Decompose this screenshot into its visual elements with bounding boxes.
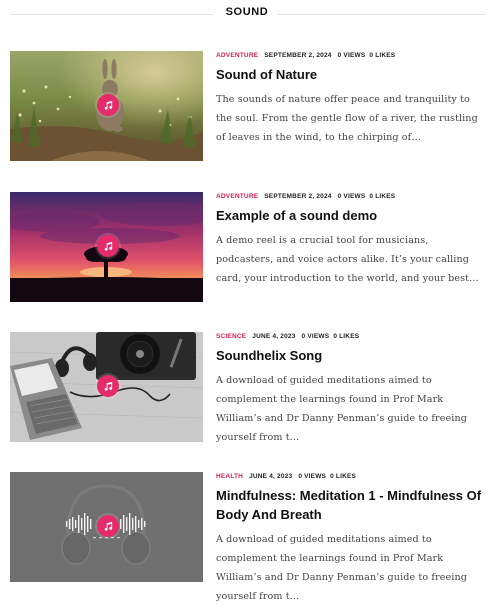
post-category-link[interactable]: ADVENTURE bbox=[216, 52, 258, 59]
post-views: 0 VIEWS bbox=[301, 333, 330, 340]
post-thumbnail[interactable] bbox=[10, 192, 203, 302]
post-card: ADVENTURE SEPTEMBER 2, 2024 0 VIEWS 0 LIKES… bbox=[10, 192, 490, 304]
post-likes: 0 LIKES bbox=[333, 333, 360, 340]
post-likes: 0 LIKES bbox=[369, 52, 396, 59]
post-meta: SCIENCE JUNE 4, 2023 0 VIEWS 0 LIKES bbox=[216, 332, 486, 342]
post-title-link[interactable]: Example of a sound demo bbox=[216, 206, 486, 225]
post-title-link[interactable]: Sound of Nature bbox=[216, 65, 486, 84]
post-date: SEPTEMBER 2, 2024 bbox=[264, 52, 332, 59]
post-likes: 0 LIKES bbox=[369, 193, 396, 200]
audio-badge[interactable] bbox=[97, 94, 119, 116]
post-content: HEALTH JUNE 4, 2023 0 VIEWS 0 LIKES Mindful… bbox=[216, 472, 486, 606]
post-views: 0 VIEWS bbox=[337, 52, 366, 59]
section-header: SOUND bbox=[0, 0, 500, 28]
post-date: JUNE 4, 2023 bbox=[249, 473, 293, 480]
audio-badge[interactable] bbox=[97, 235, 119, 257]
post-views: 0 VIEWS bbox=[337, 193, 366, 200]
post-excerpt: A download of guided meditations aimed t… bbox=[216, 534, 467, 602]
music-note-icon bbox=[104, 521, 112, 531]
post-date: JUNE 4, 2023 bbox=[252, 333, 296, 340]
post-excerpt: A demo reel is a crucial tool for musici… bbox=[216, 235, 479, 284]
post-meta: ADVENTURE SEPTEMBER 2, 2024 0 VIEWS 0 LIKES bbox=[216, 51, 486, 61]
music-note-icon bbox=[104, 100, 112, 110]
music-note-icon bbox=[104, 241, 112, 251]
post-meta: ADVENTURE SEPTEMBER 2, 2024 0 VIEWS 0 LIKES bbox=[216, 192, 486, 202]
post-category-link[interactable]: HEALTH bbox=[216, 473, 243, 480]
post-title-link[interactable]: Soundhelix Song bbox=[216, 346, 486, 365]
post-views: 0 VIEWS bbox=[298, 473, 327, 480]
post-date: SEPTEMBER 2, 2024 bbox=[264, 193, 332, 200]
post-thumbnail[interactable] bbox=[10, 51, 203, 161]
post-category-link[interactable]: SCIENCE bbox=[216, 333, 246, 340]
header-divider-left bbox=[10, 14, 213, 15]
post-likes: 0 LIKES bbox=[330, 473, 357, 480]
post-content: SCIENCE JUNE 4, 2023 0 VIEWS 0 LIKES Soundh… bbox=[216, 332, 486, 447]
post-card: SCIENCE JUNE 4, 2023 0 VIEWS 0 LIKES Soundh… bbox=[10, 332, 490, 444]
audio-badge[interactable] bbox=[97, 515, 119, 537]
section-title: SOUND bbox=[225, 6, 269, 18]
post-meta: HEALTH JUNE 4, 2023 0 VIEWS 0 LIKES bbox=[216, 472, 486, 482]
header-divider-right bbox=[278, 14, 486, 15]
post-card: HEALTH JUNE 4, 2023 0 VIEWS 0 LIKES Mindful… bbox=[10, 472, 490, 602]
post-category-link[interactable]: ADVENTURE bbox=[216, 193, 258, 200]
post-excerpt: A download of guided meditations aimed t… bbox=[216, 375, 467, 443]
post-content: ADVENTURE SEPTEMBER 2, 2024 0 VIEWS 0 LIKES… bbox=[216, 192, 486, 288]
post-thumbnail[interactable] bbox=[10, 332, 203, 442]
audio-badge[interactable] bbox=[97, 375, 119, 397]
post-title-link[interactable]: Mindfulness: Meditation 1 - Mindfulness … bbox=[216, 486, 486, 524]
post-excerpt: The sounds of nature offer peace and tra… bbox=[216, 94, 478, 143]
post-card: ADVENTURE SEPTEMBER 2, 2024 0 VIEWS 0 LIKES… bbox=[10, 51, 490, 163]
music-note-icon bbox=[104, 381, 112, 391]
post-thumbnail[interactable] bbox=[10, 472, 203, 582]
post-content: ADVENTURE SEPTEMBER 2, 2024 0 VIEWS 0 LIKES… bbox=[216, 51, 486, 147]
